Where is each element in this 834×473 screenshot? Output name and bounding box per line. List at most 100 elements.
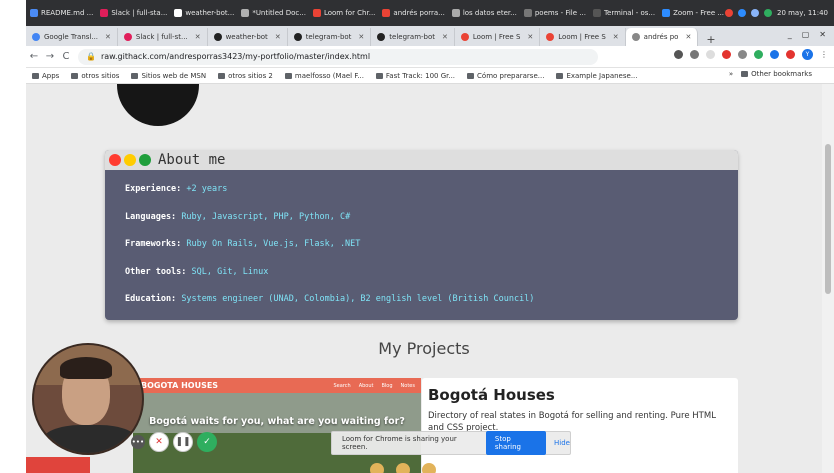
extension-icon[interactable] [738,50,747,59]
lock-icon: 🔒 [86,52,96,61]
extension-icon[interactable] [770,50,779,59]
loom-controls: ••• ✕ ❚❚ ✓ [131,432,217,452]
browser-tab[interactable]: andrés po ✕ [625,28,699,46]
forward-icon[interactable]: → [42,51,58,62]
emoji-icon[interactable] [422,463,436,473]
tab-close-icon[interactable]: ✕ [105,33,111,41]
tab-favicon-icon [32,33,40,41]
cast-icon[interactable] [674,50,683,59]
url-input[interactable]: 🔒 raw.githack.com/andresporras3423/my-po… [78,48,598,65]
hide-button[interactable]: Hide [554,439,570,447]
bookmark-item[interactable]: maelfosso (Mael F... [284,71,364,80]
banner-link[interactable]: Notes [401,383,415,389]
tab-close-icon[interactable]: ✕ [358,33,364,41]
os-task[interactable]: weather-bot... [174,9,234,17]
os-task[interactable]: Loom for Chr... [312,9,376,17]
os-task-label: Loom for Chr... [323,9,376,17]
finish-recording-icon[interactable]: ✓ [197,432,217,452]
tab-close-icon[interactable]: ✕ [613,33,619,41]
project-title[interactable]: Bogotá Houses [428,386,732,404]
emoji-icon[interactable] [370,463,384,473]
more-icon[interactable]: ••• [131,435,145,449]
tab-favicon-icon [123,33,132,41]
project-card: Bogotá Houses Directory of real states i… [422,378,738,473]
app-icon [174,9,183,17]
os-task[interactable]: Terminal - os... [592,9,655,17]
banner-link[interactable]: Blog [381,383,392,389]
minimize-icon[interactable]: _ [788,30,792,39]
bookmark-item[interactable]: Sitios web de MSN [131,72,206,80]
os-task[interactable]: los datos eter... [451,9,517,17]
tab-close-icon[interactable]: ✕ [685,33,691,41]
os-task[interactable]: poems - File ... [523,9,586,17]
about-title: About me [158,152,226,168]
bookmark-item[interactable]: otros sitios 2 [218,72,273,80]
app-icon [241,9,250,17]
bookmark-item[interactable]: Apps [32,72,59,80]
about-key: Languages: [125,211,177,222]
emoji-icon[interactable] [396,463,410,473]
extension-icon[interactable] [754,50,763,59]
bookmark-label: Sitios web de MSN [141,71,207,80]
stop-sharing-button[interactable]: Stop sharing [485,431,547,455]
bookmark-icon [556,72,564,79]
bookmark-item[interactable]: otros sitios [71,72,119,80]
bookmark-icon [284,72,292,79]
star-icon[interactable] [706,50,715,59]
bookmark-label: maelfosso (Mael F... [294,71,364,80]
browser-tab[interactable]: Slack | full-st... ✕ [118,28,208,46]
tab-close-icon[interactable]: ✕ [195,33,201,41]
browser-tab[interactable]: Loom | Free S ✕ [455,28,541,46]
about-key: Education: [125,294,177,304]
tab-close-icon[interactable]: ✕ [527,33,533,41]
tab-close-icon[interactable]: ✕ [275,33,281,41]
banner-link[interactable]: Search [334,383,351,389]
about-value: Ruby On Rails, Vue.js, Flask, .NET [186,239,361,249]
new-tab-icon[interactable]: + [698,33,723,46]
other-bookmarks[interactable]: Other bookmarks [741,70,812,78]
about-row: Frameworks: Ruby On Rails, Vue.js, Flask… [125,235,718,263]
translate-icon[interactable] [690,50,699,59]
bookmark-item[interactable]: Cómo prepararse... [467,72,544,80]
browser-tab[interactable]: Loom | Free S ✕ [540,28,626,46]
menu-icon[interactable]: ⋮ [820,50,828,59]
about-key: Other tools: [125,266,187,277]
os-task[interactable]: README.md ... [30,9,93,17]
battery-icon[interactable] [763,9,772,17]
browser-tab[interactable]: telegram-bot ✕ [371,28,455,46]
project-image[interactable]: BOGOTA HOUSES Search About Blog Notes Bogot… [133,378,421,473]
other-bookmarks-label: Other bookmarks [751,70,812,78]
os-task[interactable]: Zoom - Free ... [662,9,724,17]
bookmarks-more[interactable]: » [729,70,733,78]
network-icon[interactable] [750,9,759,17]
maximize-icon[interactable]: ▢ [802,30,810,39]
reload-icon[interactable]: C [58,51,74,62]
pause-icon[interactable]: ❚❚ [173,432,193,452]
clock[interactable]: 20 may, 11:40 [777,9,828,17]
close-icon[interactable]: ✕ [819,30,826,39]
scrollbar[interactable] [822,84,834,473]
os-task[interactable]: andrés porra... [382,9,445,17]
extension-icon[interactable] [786,50,795,59]
os-task[interactable]: Slack | full-sta... [100,9,167,17]
browser-tab[interactable]: Google Transl... ✕ [26,28,118,46]
tab-close-icon[interactable]: ✕ [442,33,448,41]
chrome-tray-icon[interactable] [724,9,733,17]
zoom-tray-icon[interactable] [737,9,746,17]
os-task[interactable]: *Untitled Doc... [241,9,306,17]
browser-tab[interactable]: weather-bot ✕ [208,28,288,46]
profile-avatar[interactable]: Y [802,49,813,60]
bookmark-item[interactable]: Example Japanese... [556,72,638,80]
webcam-bubble[interactable] [32,343,144,455]
bookmark-item[interactable]: Fast Track: 100 Gr... [375,72,455,80]
back-icon[interactable]: ← [26,51,42,62]
banner-link[interactable]: About [359,383,374,389]
screen: README.md ... Slack | full-sta... weather-… [26,0,834,473]
browser-tab[interactable]: telegram-bot ✕ [288,28,372,46]
red-dot-icon [109,154,121,166]
os-tray: 20 may, 11:40 [724,0,828,26]
bookmark-icon [218,72,226,79]
scrollbar-thumb[interactable] [825,144,831,294]
extension-icon[interactable] [722,50,731,59]
cancel-recording-icon[interactable]: ✕ [149,432,169,452]
